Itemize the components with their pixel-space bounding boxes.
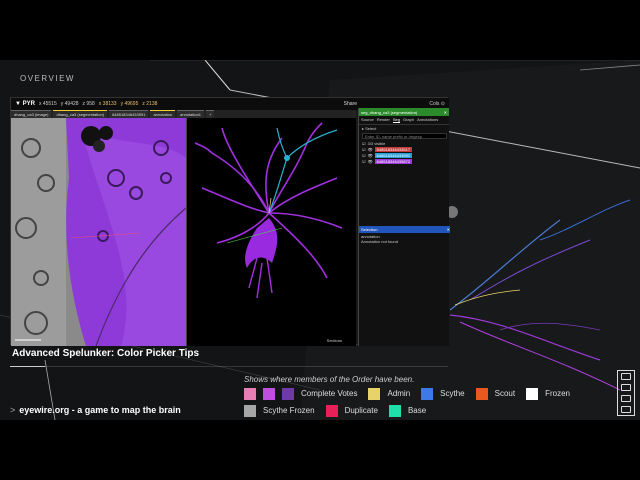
color-legend: Shows where members of the Order have be… [244, 375, 624, 421]
video-title: Advanced Spelunker: Color Picker Tips [12, 348, 200, 359]
logo-segment [621, 406, 631, 413]
layer-tab-annotation[interactable]: annotation [150, 110, 176, 118]
3d-mesh-panel[interactable]: Sections [186, 118, 356, 346]
user-menu[interactable]: Cols ⊙ [429, 101, 445, 107]
layer-tab-segment[interactable]: 648518346433591 [109, 110, 149, 118]
legend-caption: Shows where members of the Order have be… [244, 375, 415, 384]
segment-id-chip[interactable]: 648518346439872 [374, 158, 413, 164]
share-button[interactable]: Share [344, 101, 357, 107]
legend-label-scout: Scout [494, 389, 516, 398]
layer-tab-image[interactable]: dhang_ca3 (image) [11, 110, 52, 118]
legend-swatch [263, 387, 275, 400]
selection-panel-body: annotation Annotation not found [359, 234, 450, 244]
segment-id-chip[interactable]: 648518346433591 [374, 152, 413, 158]
logo-segment [621, 395, 631, 402]
tab-seg[interactable]: Seg [392, 117, 400, 123]
legend-label-admin: Admin [387, 389, 411, 398]
legend-swatch [282, 387, 294, 400]
legend-label-scythe-frozen: Scythe Frozen [263, 406, 315, 415]
legend-row: Scythe Frozen Duplicate Base [244, 404, 624, 417]
legend-swatch [368, 387, 381, 400]
cursor-y: y 49695 [120, 101, 139, 107]
legend-swatch [421, 387, 434, 400]
tab-render[interactable]: Render [377, 117, 390, 123]
legend-row: Complete Votes Admin Scythe Scout Frozen [244, 387, 624, 400]
legend-swatch [475, 387, 488, 400]
site-tagline-text: eyewire.org - a game to map the brain [19, 405, 181, 415]
segment-id-chip[interactable]: 648518346433517 [374, 146, 413, 152]
selection-panel-header: Selection ✕ [359, 226, 450, 233]
add-layer-button[interactable]: + [206, 110, 215, 118]
layer-tab-annotation1[interactable]: annotation1 [177, 110, 205, 118]
selection-title: Selection [361, 227, 378, 232]
letterbox-top [0, 0, 640, 60]
video-progress-fill [10, 366, 46, 367]
coord-x[interactable]: x 45515 [39, 101, 57, 107]
layer-side-panel: seg_dhang_ca3 (segmentation) ✕ Source Re… [358, 108, 450, 346]
eye-icon[interactable]: 👁 [368, 159, 373, 164]
segment-filter-input[interactable]: Enter ID, name prefix or /regexp [362, 133, 447, 139]
site-tagline: > eyewire.org - a game to map the brain [10, 405, 181, 415]
checkbox-icon[interactable]: ☑ [362, 159, 366, 164]
side-panel-title: seg_dhang_ca3 (segmentation) [361, 109, 418, 115]
app-logo: ▼ PYR [15, 101, 35, 107]
eyewire-logo [617, 370, 635, 416]
neuron-mesh-render [187, 118, 356, 346]
tab-annotations[interactable]: Annotations [417, 117, 438, 123]
visible-count: 3/3 visible [367, 140, 386, 146]
checkbox-icon[interactable]: ☑ [362, 141, 366, 146]
legend-swatch [244, 404, 256, 417]
legend-swatch [244, 387, 256, 400]
legend-label-scythe: Scythe [440, 389, 465, 398]
legend-label-complete-votes: Complete Votes [301, 389, 358, 398]
neuroglancer-window: ▼ PYR x 45515 y 49428 z 958 x 38133 y 49… [10, 97, 450, 346]
coord-y[interactable]: y 49428 [61, 101, 79, 107]
side-panel-header: seg_dhang_ca3 (segmentation) ✕ [359, 108, 449, 116]
logo-segment [621, 384, 631, 391]
legend-swatch [388, 404, 401, 417]
coord-z[interactable]: z 958 [83, 101, 95, 107]
layer-tabs: dhang_ca3 (image) dhang_ca3 (segmentatio… [11, 110, 356, 118]
cursor-z: z 2138 [142, 101, 158, 107]
chevron-right-icon: > [10, 405, 16, 415]
overview-heading: OVERVIEW [20, 74, 75, 83]
sections-toggle[interactable]: Sections [327, 338, 342, 343]
checkbox-icon[interactable]: ☑ [362, 153, 366, 158]
close-icon[interactable]: ✕ [447, 227, 450, 232]
layer-tab-segmentation[interactable]: dhang_ca3 (segmentation) [53, 110, 108, 118]
legend-label-frozen: Frozen [545, 389, 571, 398]
legend-swatch [325, 404, 338, 417]
em-slice-image [11, 118, 186, 346]
close-icon[interactable]: ✕ [444, 110, 447, 115]
eye-icon[interactable]: 👁 [368, 153, 373, 158]
legend-swatch [526, 387, 539, 400]
video-progress-bar[interactable] [10, 366, 448, 367]
tab-graph[interactable]: Graph [403, 117, 414, 123]
cursor-x: x 38133 [98, 101, 117, 107]
legend-label-base: Base [407, 406, 427, 415]
tab-source[interactable]: Source [361, 117, 374, 123]
em-slice-panel[interactable] [11, 118, 186, 346]
eye-icon[interactable]: 👁 [368, 147, 373, 152]
legend-label-duplicate: Duplicate [344, 406, 378, 415]
select-label: Select [365, 126, 377, 131]
checkbox-icon[interactable]: ☑ [362, 147, 366, 152]
logo-segment [621, 373, 631, 380]
segment-row[interactable]: ☑ 👁 648518346439872 [359, 158, 449, 164]
selection-status: Annotation not found [361, 239, 398, 244]
letterbox-bottom [0, 420, 640, 480]
side-panel-tabs: Source Render Seg Graph Annotations [359, 116, 449, 125]
select-toggle[interactable]: ▸ Select [359, 125, 449, 132]
